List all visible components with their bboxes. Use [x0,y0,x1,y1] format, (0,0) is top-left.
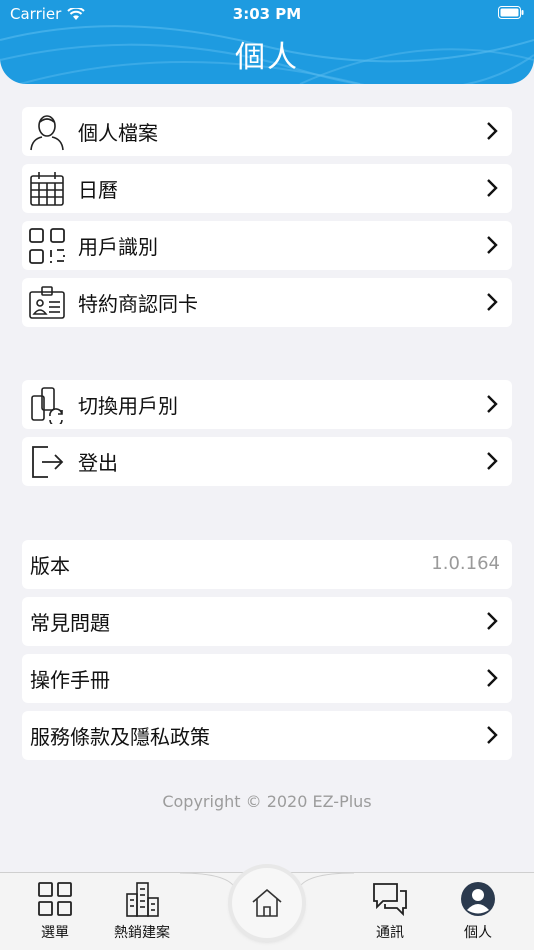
chevron-right-icon [487,179,498,197]
status-time: 3:03 PM [232,5,302,23]
tab-menu[interactable]: 選單 [15,879,95,942]
tab-hot-projects[interactable]: 熱銷建案 [102,879,182,942]
tab-messages-label: 通訊 [376,925,404,941]
manual-row[interactable]: 操作手冊 [22,654,512,703]
chevron-right-icon [487,122,498,140]
tab-personal[interactable]: 個人 [438,879,518,942]
faq-label: 常見問題 [30,611,110,635]
page-title: 個人 [235,40,299,75]
merchant-card-label: 特約商認同卡 [78,292,198,316]
chevron-right-icon [487,726,498,744]
chevron-right-icon [487,669,498,687]
switch-user-row[interactable]: 切換用戶別 [22,380,512,429]
calendar-label: 日曆 [78,178,118,202]
switch-user-label: 切換用戶別 [78,394,178,418]
home-icon [252,888,282,917]
profile-label: 個人檔案 [78,121,158,145]
logout-icon [26,441,68,483]
qr-code-icon [26,225,68,267]
chevron-right-icon [487,395,498,413]
version-value: 1.0.164 [431,553,500,574]
logout-label: 登出 [78,451,118,475]
profile-group: 個人檔案 日曆 用戶識別 特約商認同卡 [22,107,512,335]
profile-row[interactable]: 個人檔案 [22,107,512,156]
chevron-right-icon [487,452,498,470]
chevron-right-icon [487,236,498,254]
copyright-text: Copyright © 2020 EZ-Plus [162,792,372,811]
tab-messages[interactable]: 通訊 [350,879,430,942]
grid-icon [15,879,95,919]
calendar-icon [26,168,68,210]
chat-icon [350,879,430,919]
tab-menu-label: 選單 [41,925,69,941]
status-bar: Carrier 3:03 PM [0,5,534,25]
user-id-row[interactable]: 用戶識別 [22,221,512,270]
switch-user-icon [26,384,68,426]
terms-label: 服務條款及隱私政策 [30,725,210,749]
info-group: 版本 1.0.164 常見問題 操作手冊 服務條款及隱私政策 [22,540,512,768]
person-icon [26,111,68,153]
calendar-row[interactable]: 日曆 [22,164,512,213]
chevron-right-icon [487,293,498,311]
id-card-icon [26,282,68,324]
terms-row[interactable]: 服務條款及隱私政策 [22,711,512,760]
version-label: 版本 [30,554,70,578]
manual-label: 操作手冊 [30,668,110,692]
home-button[interactable] [232,868,302,938]
account-group: 切換用戶別 登出 [22,380,512,494]
building-icon [102,879,182,919]
avatar-icon [438,879,518,919]
chevron-right-icon [487,612,498,630]
version-row: 版本 1.0.164 [22,540,512,589]
merchant-card-row[interactable]: 特約商認同卡 [22,278,512,327]
logout-row[interactable]: 登出 [22,437,512,486]
battery-icon [498,6,524,19]
tab-hot-projects-label: 熱銷建案 [114,925,170,941]
tab-personal-label: 個人 [464,925,492,941]
header-bar: Carrier 3:03 PM 個人 [0,0,534,84]
user-id-label: 用戶識別 [78,235,158,259]
faq-row[interactable]: 常見問題 [22,597,512,646]
